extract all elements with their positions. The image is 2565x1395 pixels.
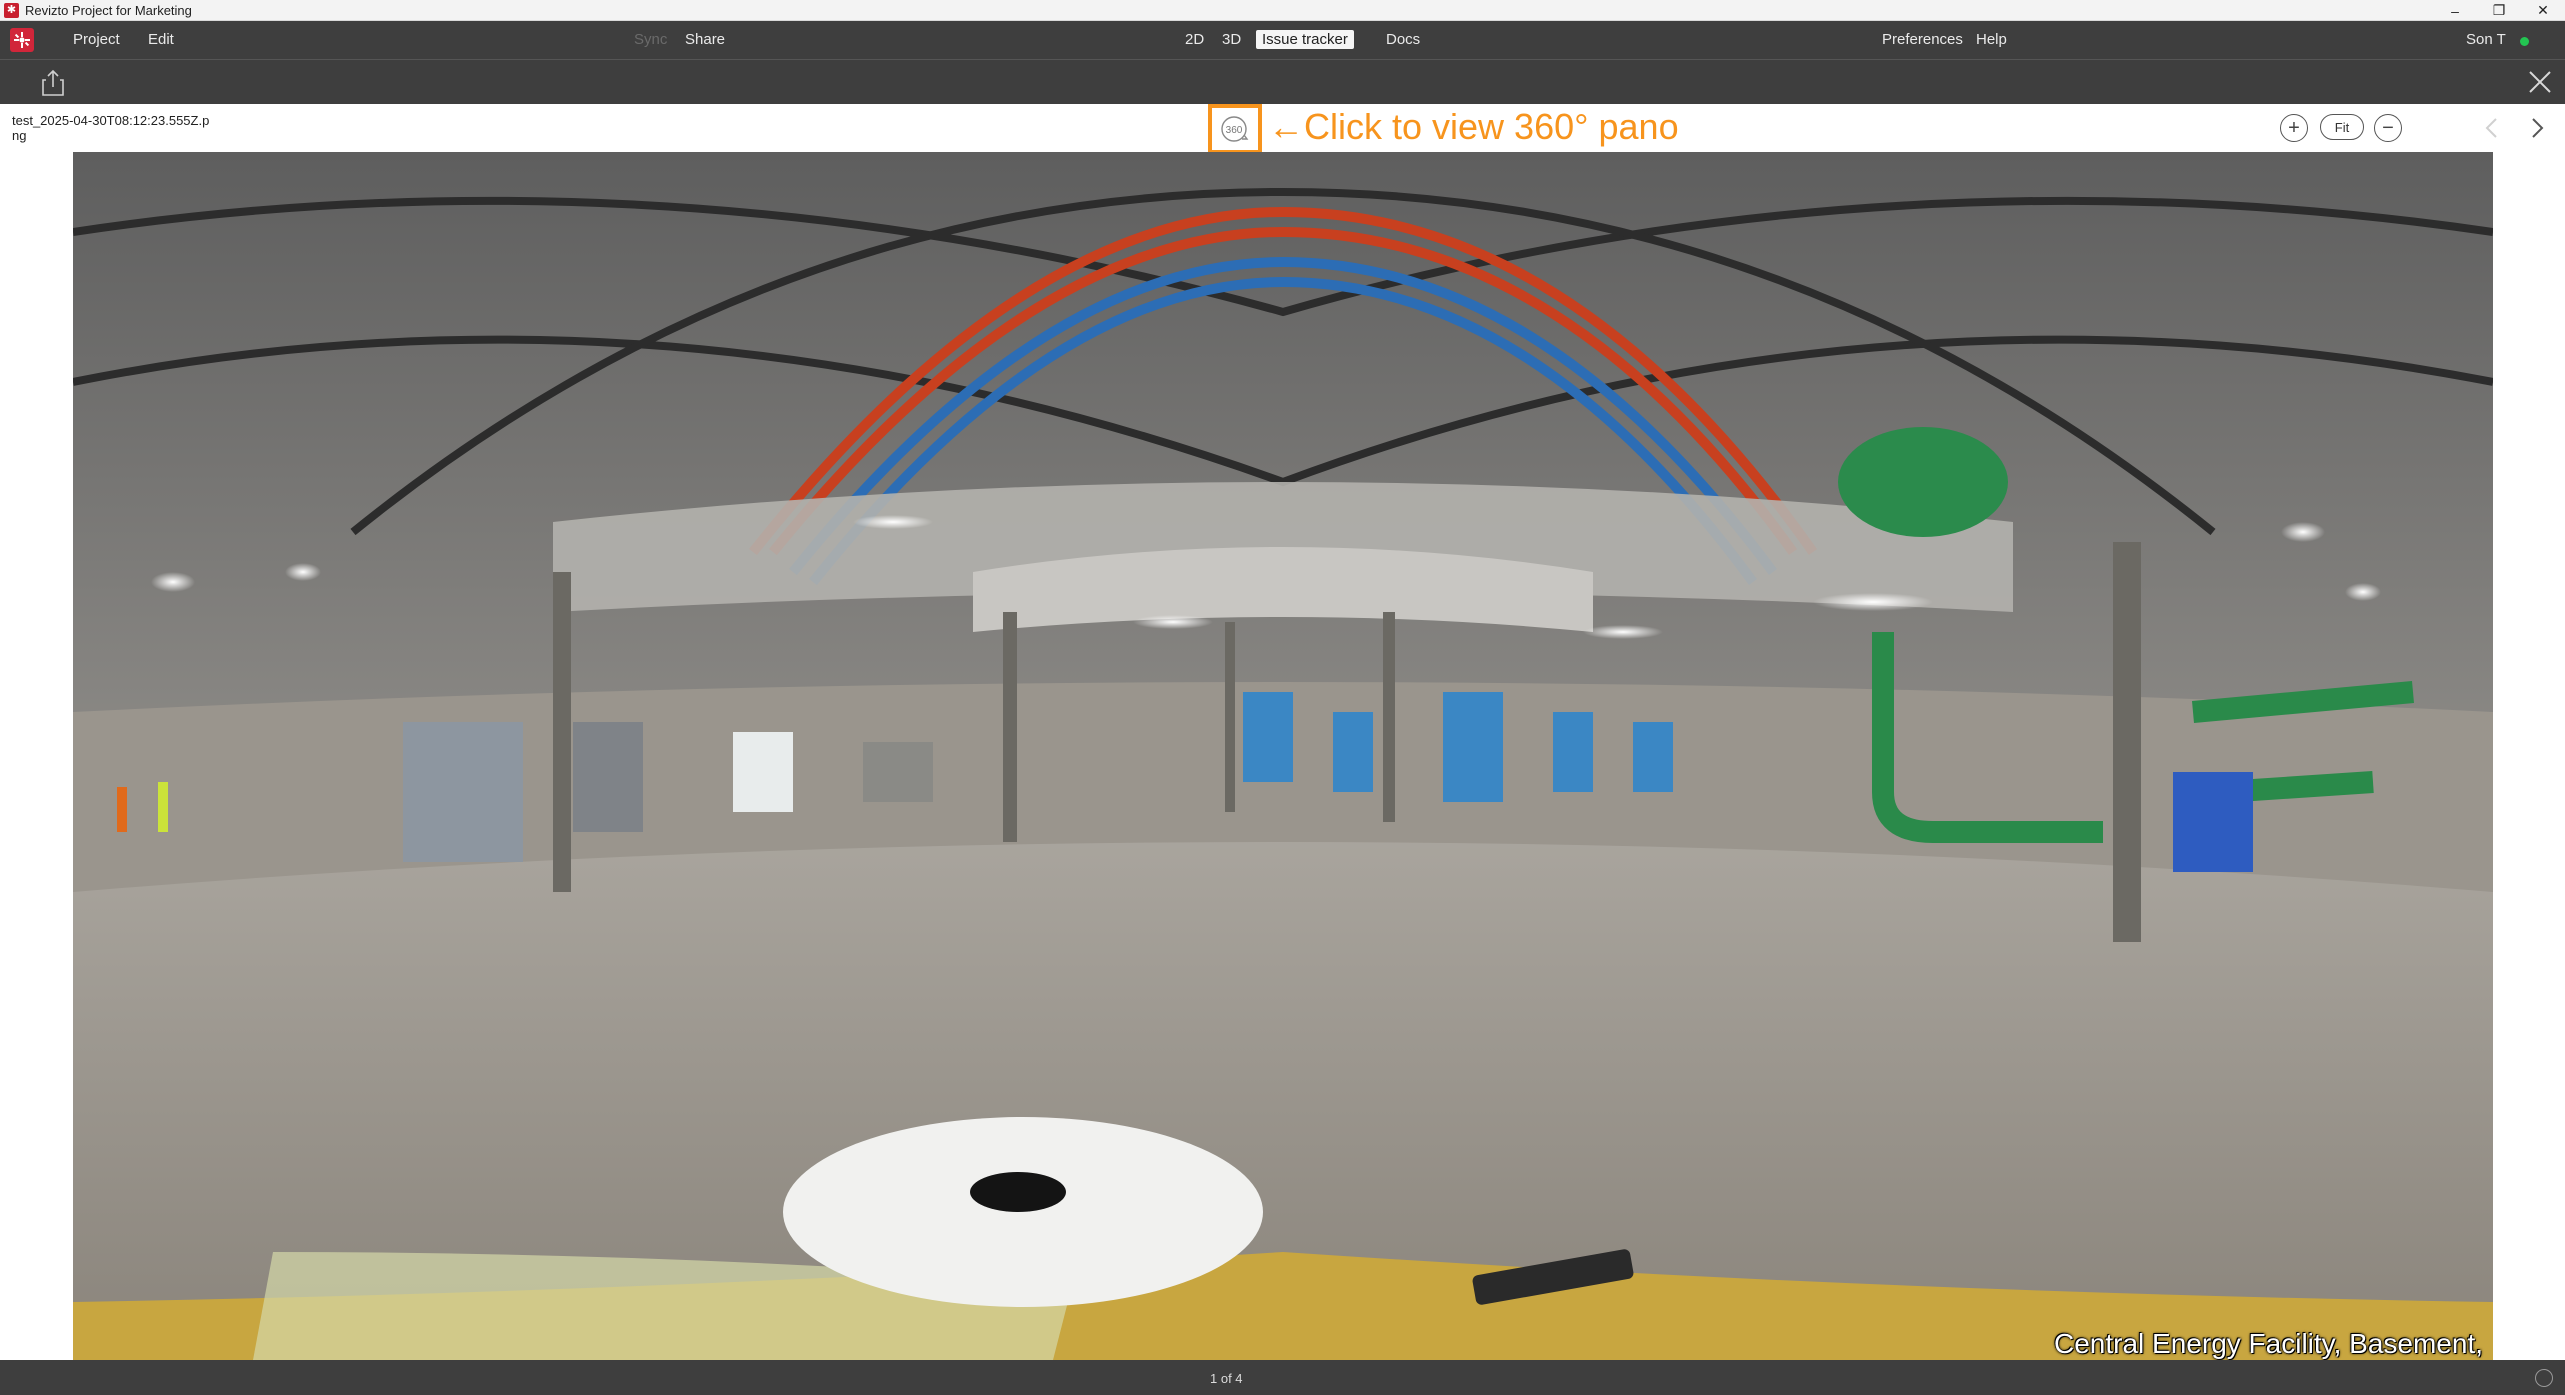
panorama-photo: [73, 152, 2493, 1360]
view-360-pano-button[interactable]: 360: [1208, 104, 1262, 154]
image-filename: test_2025-04-30T08:12:23.555Z.png: [12, 113, 210, 143]
zoom-out-icon: −: [2374, 114, 2402, 142]
revizto-logo-icon[interactable]: [10, 28, 34, 52]
menu-help[interactable]: Help: [1976, 31, 2007, 48]
minimize-button[interactable]: –: [2433, 0, 2477, 21]
revizto-app-icon: ✱: [4, 2, 19, 18]
menu-sync[interactable]: Sync: [634, 31, 667, 48]
zoom-in-icon: +: [2280, 114, 2308, 142]
pano-caption: Central Energy Facility, Basement,: [2054, 1328, 2483, 1359]
menu-preferences[interactable]: Preferences: [1882, 31, 1963, 48]
tab-2d[interactable]: 2D: [1185, 31, 1204, 48]
previous-image-icon[interactable]: [2480, 114, 2504, 142]
info-icon[interactable]: [2535, 1369, 2553, 1387]
window-title: Revizto Project for Marketing: [25, 2, 192, 18]
menu-bar: Project Edit Sync Share 2D 3D Issue trac…: [0, 21, 2565, 59]
window-controls: – ❐ ✕: [2433, 0, 2565, 21]
tab-3d[interactable]: 3D: [1222, 31, 1241, 48]
menu-share[interactable]: Share: [685, 31, 725, 48]
pano-annotation-note: ←Click to view 360° pano: [1268, 106, 1679, 147]
zoom-in-button[interactable]: +: [2280, 114, 2308, 142]
zoom-out-button[interactable]: −: [2374, 114, 2402, 142]
close-viewer-icon[interactable]: [2527, 69, 2553, 95]
svg-text:360: 360: [1226, 125, 1243, 136]
user-name[interactable]: Son T: [2466, 31, 2506, 48]
panorama-image[interactable]: Central Energy Facility, Basement,: [73, 152, 2493, 1360]
fit-label: Fit: [2320, 114, 2364, 140]
next-image-icon[interactable]: [2525, 114, 2549, 142]
menu-edit[interactable]: Edit: [148, 31, 174, 48]
window-titlebar: ✱ Revizto Project for Marketing – ❐ ✕: [0, 0, 2565, 21]
viewer-toolbar: [0, 59, 2565, 104]
page-indicator: 1 of 4: [1210, 1371, 1243, 1386]
share-export-icon[interactable]: [40, 69, 66, 97]
viewer-footer: 1 of 4: [0, 1360, 2565, 1395]
fit-button[interactable]: Fit: [2320, 114, 2364, 142]
close-window-button[interactable]: ✕: [2521, 0, 2565, 21]
online-status-indicator: [2520, 37, 2529, 46]
restore-button[interactable]: ❐: [2477, 0, 2521, 21]
viewer-header: test_2025-04-30T08:12:23.555Z.png 360 ←C…: [0, 104, 2565, 154]
menu-project[interactable]: Project: [73, 31, 120, 48]
tab-issue-tracker[interactable]: Issue tracker: [1256, 30, 1354, 49]
tab-docs[interactable]: Docs: [1386, 31, 1420, 48]
360-view-icon: 360: [1221, 116, 1249, 142]
